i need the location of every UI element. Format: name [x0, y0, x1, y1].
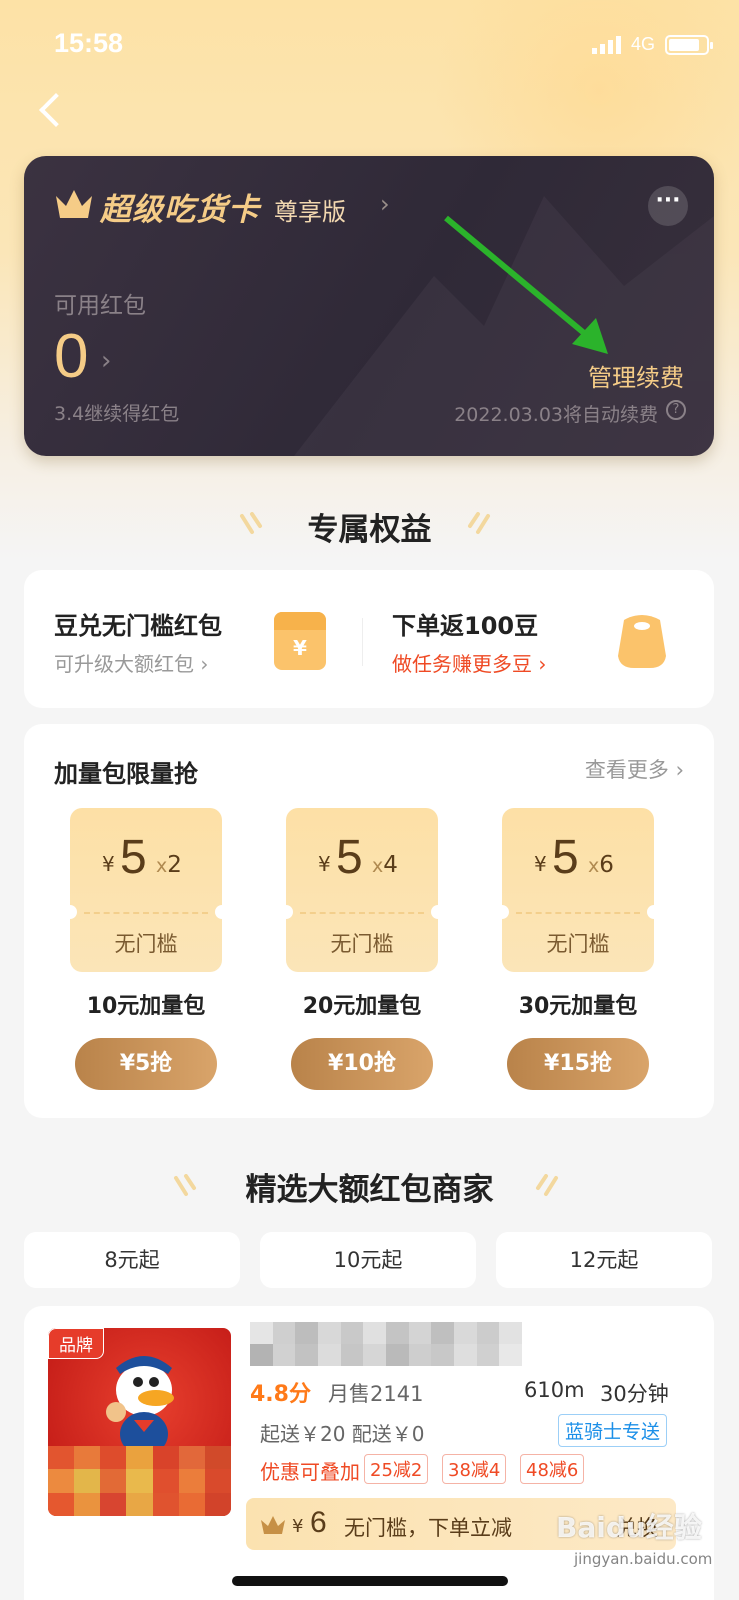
redpacket-count[interactable]: 0 [54, 321, 88, 392]
coupon-icon: ¥ [274, 612, 326, 670]
currency-symbol: ¥ [534, 852, 547, 876]
pack-ticket[interactable]: ¥ 5 x2 无门槛 [63, 808, 229, 972]
filter-tab-10[interactable]: 10元起 [260, 1232, 476, 1288]
shop-distance: 610m [524, 1378, 585, 1402]
redpacket-subtext: 3.4继续得红包 [54, 403, 180, 425]
watermark-text: Baidu经验 [556, 1511, 702, 1544]
duck-mascot-icon [106, 1356, 174, 1456]
manage-renewal-link[interactable]: 管理续费 [588, 358, 684, 393]
redpacket-label: 可用红包 [54, 293, 146, 319]
status-bar: 15:58 4G [0, 0, 739, 90]
buy-pack-button[interactable]: ¥15抢 [507, 1038, 649, 1090]
ticket-divider [84, 912, 208, 914]
ticket-divider [300, 912, 424, 914]
shop-image[interactable]: 品牌 [48, 1328, 231, 1516]
section-title-benefits: 专属权益 [307, 512, 432, 548]
divider [362, 618, 363, 666]
filter-tab-12[interactable]: 12元起 [496, 1232, 712, 1288]
shop-rating: 4.8分 [250, 1382, 311, 1407]
blurred-image-area [48, 1446, 231, 1516]
bean-bag-icon [618, 615, 666, 668]
ticket-divider [516, 912, 640, 914]
buy-pack-button[interactable]: ¥10抢 [291, 1038, 433, 1090]
pack-name: 30元加量包 [518, 994, 638, 1019]
promo-amount: 6 [310, 1506, 327, 1539]
chevron-right-icon: › [380, 190, 390, 218]
pack-tag: 无门槛 [114, 932, 178, 956]
pack-multiplier: x6 [588, 852, 614, 878]
watermark-subtext: jingyan.baidu.com [574, 1550, 713, 1568]
chevron-right-icon: › [101, 346, 112, 376]
pack-name: 10元加量包 [86, 994, 206, 1019]
pack-ticket[interactable]: ¥ 5 x6 无门槛 [495, 808, 661, 972]
benefit-task-link[interactable]: 做任务赚更多豆 › [392, 648, 546, 677]
pack-multiplier: x4 [372, 852, 398, 878]
see-more-link[interactable]: 查看更多 › [585, 754, 684, 784]
currency-symbol: ¥ [318, 852, 331, 876]
signal-icon [591, 35, 621, 54]
vip-title: 超级吃货卡 [100, 192, 260, 228]
shop-delivery-time: 30分钟 [600, 1382, 669, 1406]
benefits-card: 豆兑无门槛红包 可升级大额红包 › ¥ 下单返100豆 做任务赚更多豆 › [24, 570, 714, 708]
pack-item: ¥ 5 x4 无门槛 20元加量包 ¥10抢 [279, 808, 445, 1090]
status-time: 15:58 [54, 28, 124, 58]
pack-amount: 5 [552, 831, 579, 884]
more-options-button[interactable]: ··· [648, 186, 688, 226]
crown-icon [56, 190, 92, 218]
status-indicators: 4G [591, 34, 713, 55]
help-icon[interactable]: ? [666, 400, 686, 420]
section-title-merchants: 精选大额红包商家 [245, 1172, 494, 1208]
pack-ticket[interactable]: ¥ 5 x4 无门槛 [279, 808, 445, 972]
pack-name: 20元加量包 [302, 994, 422, 1019]
currency-symbol: ¥ [102, 852, 115, 876]
packs-title: 加量包限量抢 [54, 760, 198, 788]
pack-tag: 无门槛 [546, 932, 610, 956]
promo-label: 优惠可叠加 [260, 1460, 360, 1484]
pack-amount: 5 [120, 831, 147, 884]
pack-amount: 5 [336, 831, 363, 884]
home-indicator[interactable] [232, 1576, 508, 1586]
addon-packs-card: 加量包限量抢 查看更多 › ¥ 5 x2 无门槛 10元加量包 ¥5抢 ¥ 5 … [24, 724, 714, 1118]
benefit-title[interactable]: 下单返100豆 [392, 606, 538, 641]
coupon-icon-text: ¥ [293, 636, 307, 660]
crown-icon [261, 1516, 285, 1534]
rider-badge: 蓝骑士专送 [558, 1414, 668, 1447]
filter-tab-8[interactable]: 8元起 [24, 1232, 240, 1288]
pack-item: ¥ 5 x2 无门槛 10元加量包 ¥5抢 [63, 808, 229, 1090]
pack-item: ¥ 5 x6 无门槛 30元加量包 ¥15抢 [495, 808, 661, 1090]
benefit-title[interactable]: 豆兑无门槛红包 [54, 606, 222, 641]
pack-tag: 无门槛 [330, 932, 394, 956]
brand-tag: 品牌 [48, 1328, 104, 1359]
buy-pack-button[interactable]: ¥5抢 [75, 1038, 217, 1090]
auto-renew-text: 2022.03.03将自动续费 [454, 404, 658, 426]
battery-icon [665, 34, 713, 55]
benefit-subtitle[interactable]: 可升级大额红包 › [54, 648, 208, 677]
promo-description: 无门槛，下单立减 [344, 1516, 512, 1540]
promo-tag: 38减4 [442, 1454, 507, 1484]
promo-tag: 25减2 [364, 1454, 429, 1484]
annotation-arrow-icon [444, 215, 608, 354]
vip-tier-link[interactable]: 尊享版 [274, 192, 346, 227]
network-type: 4G [630, 34, 655, 54]
back-button[interactable] [36, 94, 70, 128]
promo-tag: 48减6 [520, 1454, 585, 1484]
watermark: Baidu经验 jingyan.baidu.com [556, 1500, 726, 1580]
shop-monthly-sales: 月售2141 [328, 1382, 424, 1406]
pack-multiplier: x2 [156, 852, 182, 878]
sparkle-icon [468, 512, 490, 534]
shop-fees: 起送￥20 配送￥0 [260, 1422, 425, 1446]
blurred-shop-name [250, 1322, 522, 1366]
sparkle-icon [536, 1174, 558, 1196]
currency-symbol: ¥ [292, 1516, 304, 1537]
